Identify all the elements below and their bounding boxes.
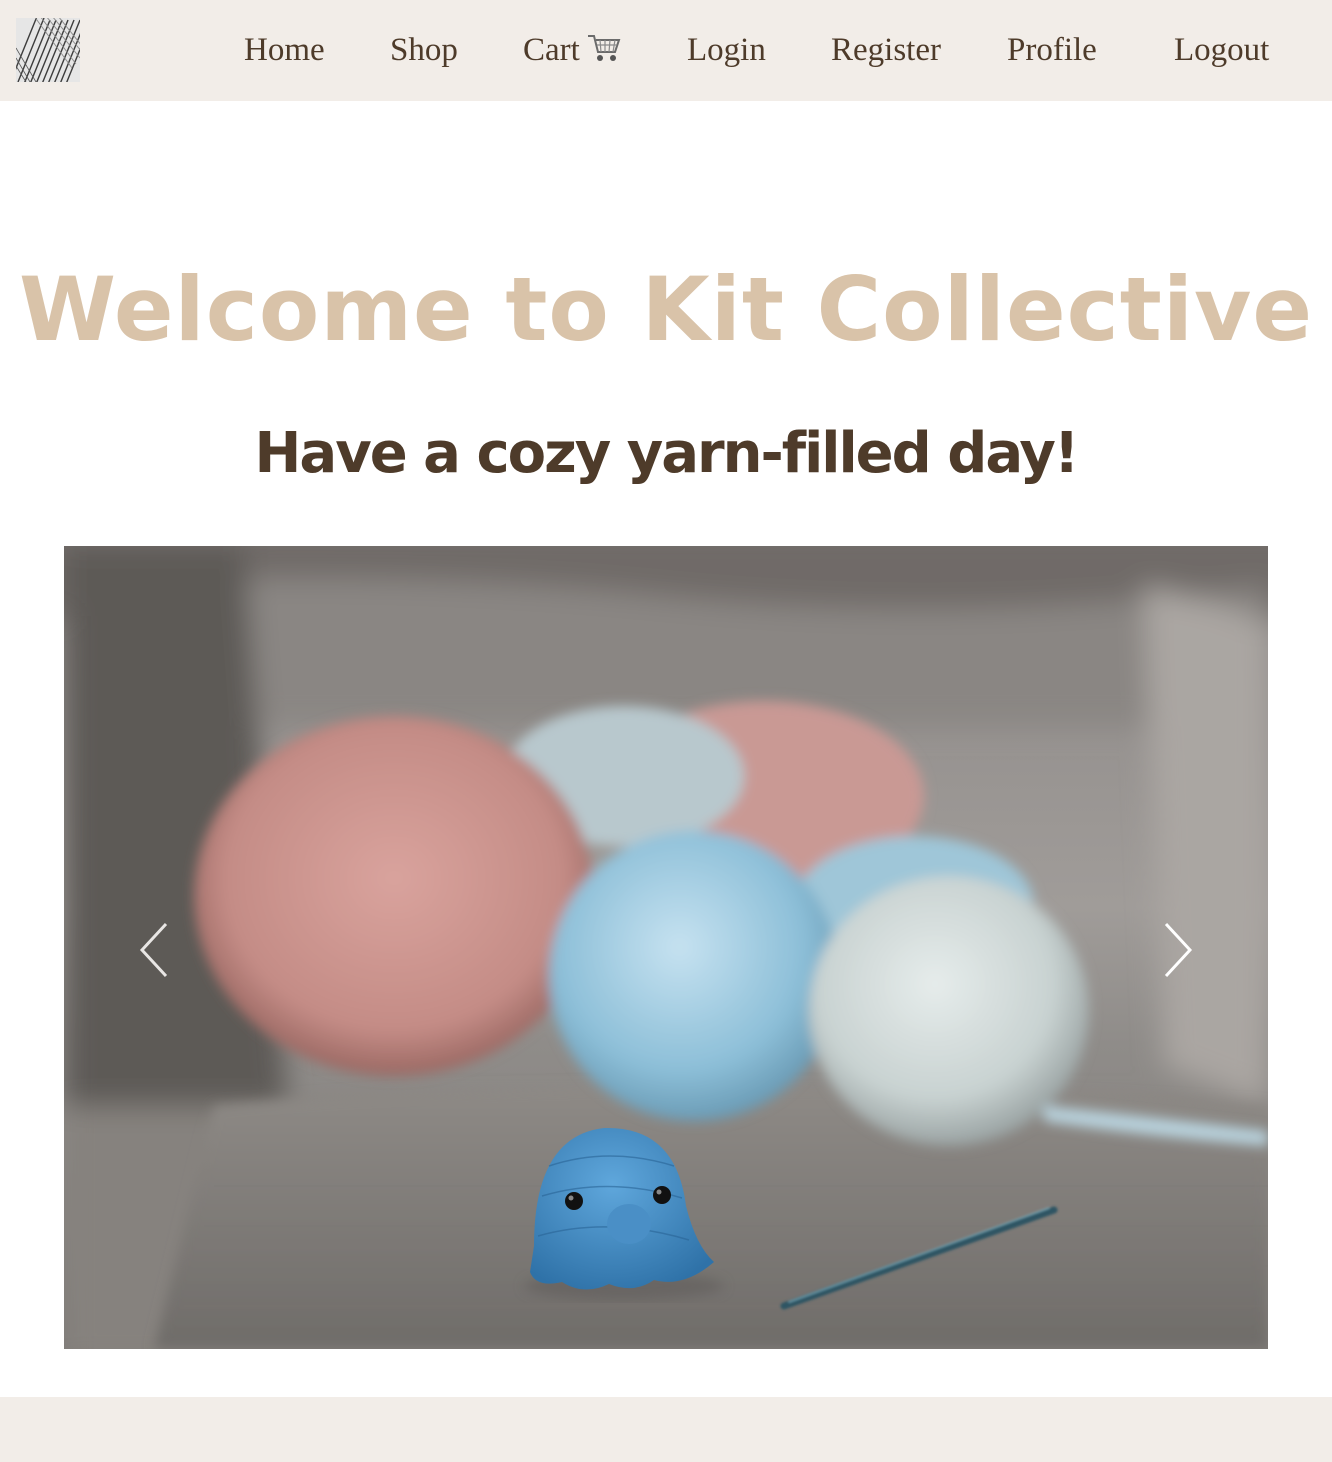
nav-cart-link[interactable]: Cart xyxy=(523,30,622,74)
page-title: Welcome to Kit Collective xyxy=(18,257,1314,361)
nav-cart-label: Cart xyxy=(523,32,580,68)
page-footer xyxy=(0,1397,1332,1462)
nav-home-link[interactable]: Home xyxy=(244,30,325,70)
nav-logout-link[interactable]: Logout xyxy=(1174,30,1269,70)
carousel-prev-button[interactable] xyxy=(136,920,176,980)
nav-login-link[interactable]: Login xyxy=(687,30,766,70)
nav-shop-link[interactable]: Shop xyxy=(390,30,458,70)
image-carousel[interactable] xyxy=(64,546,1268,1349)
site-logo[interactable] xyxy=(16,18,80,82)
top-navbar: Home Shop Cart Login Register Profile Lo… xyxy=(0,0,1332,101)
carousel-slide-image xyxy=(64,546,1268,1349)
shopping-cart-icon xyxy=(586,30,622,74)
carousel-next-button[interactable] xyxy=(1158,920,1198,980)
yarn-skein-logo-icon xyxy=(16,18,80,82)
chevron-left-icon xyxy=(139,922,168,978)
nav-register-link[interactable]: Register xyxy=(831,30,941,70)
page-subtitle: Have a cozy yarn-filled day! xyxy=(254,421,1080,487)
chevron-right-icon xyxy=(1164,922,1193,978)
nav-profile-link[interactable]: Profile xyxy=(1007,30,1097,70)
